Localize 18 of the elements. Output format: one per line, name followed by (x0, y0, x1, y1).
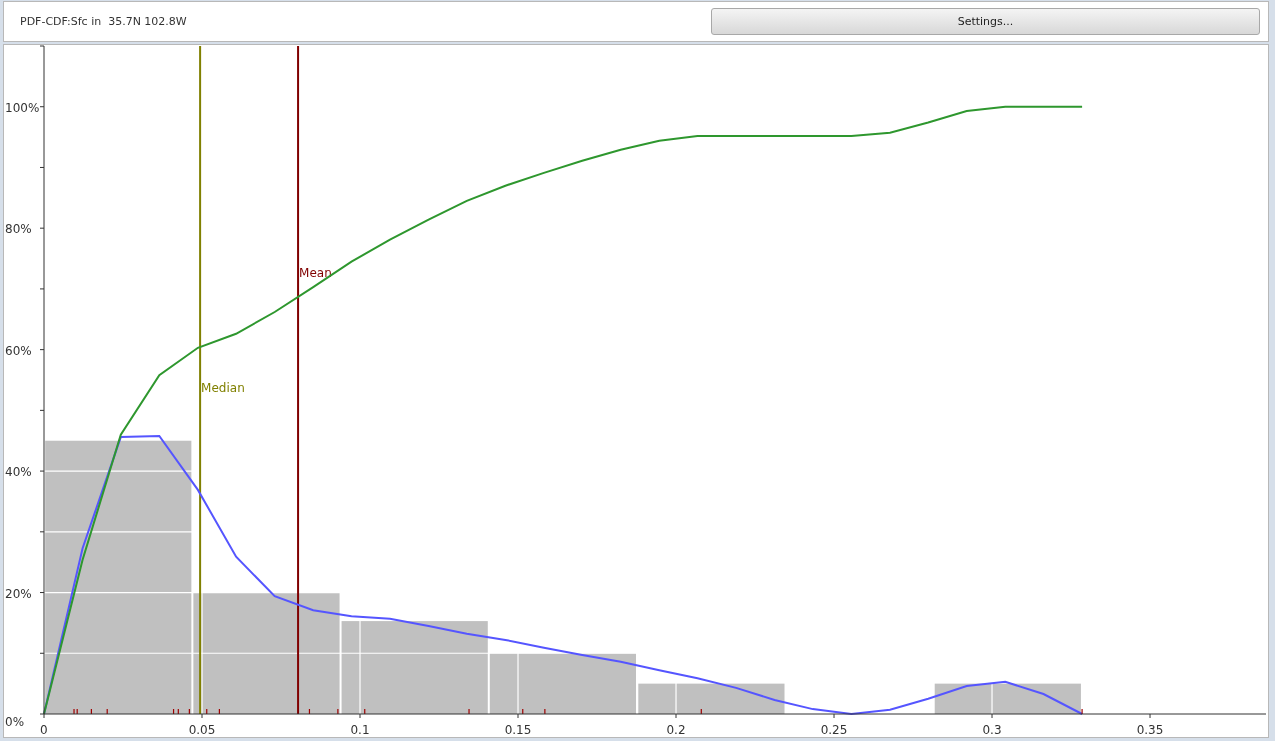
x-tick-label: 0.35 (1136, 723, 1164, 737)
settings-button[interactable]: Settings... (711, 8, 1260, 35)
x-tick-label: 0 (40, 723, 48, 737)
x-tick-label: 0.1 (350, 723, 370, 737)
x-tick-label: 0.25 (820, 723, 848, 737)
y-tick-label: 100% (5, 100, 40, 115)
x-tick-label: 0.05 (188, 723, 216, 737)
chart-title: PDF-CDF:Sfc in 35.7N 102.8W (20, 15, 188, 28)
marker-label: Median (201, 381, 245, 396)
y-tick-label: 40% (5, 465, 32, 480)
y-tick-label: 20% (5, 586, 32, 601)
x-tick-label: 0.2 (666, 723, 686, 737)
x-tick-label: 0.15 (504, 723, 532, 737)
marker-label: Mean (299, 265, 332, 280)
y-tick-label: 60% (5, 343, 32, 358)
y-tick-label: 80% (5, 222, 32, 237)
x-tick-label: 0.3 (982, 723, 1002, 737)
y-tick-label: 0% (5, 715, 25, 729)
